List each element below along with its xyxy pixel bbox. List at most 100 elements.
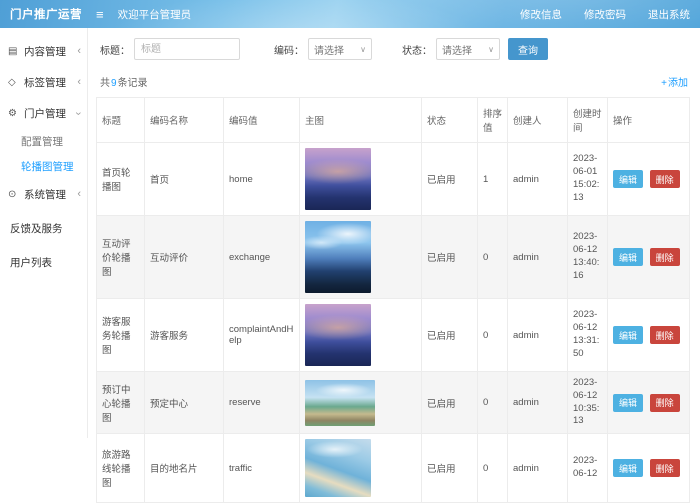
plus-icon: + — [661, 78, 667, 89]
cell-title: 首页轮播图 — [97, 143, 145, 216]
change-password-link[interactable]: 修改密码 — [584, 7, 626, 22]
cell-status: 已启用 — [422, 434, 478, 503]
cell-code-value: traffic — [224, 434, 300, 503]
chevron-down-icon: ∨ — [360, 45, 366, 54]
coast-aerial-photo — [305, 439, 371, 497]
column-header: 编码名称 — [145, 98, 224, 143]
table-row: 首页轮播图 首页 home 已启用 1 admin 2023-06-01 15:… — [97, 143, 690, 216]
hamburger-icon[interactable]: ≡ — [96, 7, 104, 22]
chevron-down-icon: ∨ — [488, 45, 494, 54]
edit-button[interactable]: 编辑 — [613, 170, 643, 188]
sidebar-item-feedback[interactable]: 反馈及服务 — [0, 213, 87, 244]
code-filter-select[interactable]: 请选择 ∨ — [308, 38, 372, 60]
cell-created-time: 2023-06-12 — [568, 434, 608, 503]
chevron-down-icon: ‹ — [74, 112, 85, 116]
title-filter-input[interactable] — [134, 38, 240, 60]
sidebar-subitem-label: 配置管理 — [21, 134, 63, 149]
gear-icon: ⚙ — [8, 108, 21, 119]
sidebar-item-config-mgmt[interactable]: 配置管理 — [0, 129, 87, 154]
record-count-text: 共9条记录 — [100, 74, 148, 89]
table-row: 预订中心轮播图 预定中心 reserve 已启用 0 admin 2023-06… — [97, 372, 690, 434]
sidebar-item-tag-mgmt[interactable]: ◇ 标签管理 ‹ — [0, 67, 87, 98]
edit-button[interactable]: 编辑 — [613, 326, 643, 344]
cell-sort-value: 1 — [478, 143, 508, 216]
sea-rocks-photo — [305, 221, 371, 293]
search-button[interactable]: 查询 — [508, 38, 548, 60]
cell-created-time: 2023-06-01 15:02:13 — [568, 143, 608, 216]
table-row: 游客服务轮播图 游客服务 complaintAndHelp 已启用 0 admi… — [97, 299, 690, 372]
sidebar-subitem-label: 轮播图管理 — [21, 159, 74, 174]
column-header: 编码值 — [224, 98, 300, 143]
sidebar-item-portal-mgmt[interactable]: ⚙ 门户管理 ‹ — [0, 98, 87, 129]
sidebar-item-label: 标签管理 — [24, 75, 66, 90]
system-icon: ⊙ — [8, 189, 21, 200]
edit-button[interactable]: 编辑 — [613, 248, 643, 266]
column-header: 创建时间 — [568, 98, 608, 143]
edit-button[interactable]: 编辑 — [613, 459, 643, 477]
cell-main-image — [300, 143, 422, 216]
cell-code-value: complaintAndHelp — [224, 299, 300, 372]
logout-link[interactable]: 退出系统 — [648, 7, 690, 22]
sidebar-item-label: 用户列表 — [10, 255, 52, 270]
edit-info-link[interactable]: 修改信息 — [520, 7, 562, 22]
cell-actions: 编辑 删除 — [608, 372, 690, 434]
cell-creator: admin — [508, 143, 568, 216]
welcome-text: 欢迎平台管理员 — [118, 7, 192, 22]
chevron-left-icon: ‹ — [77, 46, 81, 57]
chevron-left-icon: ‹ — [77, 189, 81, 200]
table-header-row: 标题编码名称编码值主图状态排序值创建人创建时间操作 — [97, 98, 690, 143]
cell-creator: admin — [508, 434, 568, 503]
cell-sort-value: 0 — [478, 434, 508, 503]
tag-icon: ◇ — [8, 77, 21, 88]
cell-title: 旅游路线轮播图 — [97, 434, 145, 503]
summary-row: 共9条记录 +添加 — [88, 68, 700, 95]
topbar-links: 修改信息 修改密码 退出系统 — [520, 7, 700, 22]
cell-code-value: exchange — [224, 216, 300, 299]
cell-actions: 编辑 删除 — [608, 143, 690, 216]
sidebar-item-label: 门户管理 — [24, 106, 66, 121]
cell-actions: 编辑 删除 — [608, 434, 690, 503]
sidebar-item-user-list[interactable]: 用户列表 — [0, 247, 87, 278]
cell-title: 游客服务轮播图 — [97, 299, 145, 372]
record-count: 9 — [110, 78, 118, 89]
grid-icon: ▤ — [8, 46, 21, 57]
cell-created-time: 2023-06-12 13:40:16 — [568, 216, 608, 299]
cell-main-image — [300, 216, 422, 299]
cell-status: 已启用 — [422, 372, 478, 434]
sunset-pier-photo — [305, 148, 371, 210]
status-filter-select[interactable]: 请选择 ∨ — [436, 38, 500, 60]
app-title: 门户推广运营 — [0, 6, 88, 22]
delete-button[interactable]: 删除 — [650, 326, 680, 344]
cell-created-time: 2023-06-12 13:31:50 — [568, 299, 608, 372]
add-button[interactable]: +添加 — [661, 74, 688, 89]
status-filter-label: 状态： — [402, 42, 432, 57]
cell-created-time: 2023-06-12 10:35:13 — [568, 372, 608, 434]
delete-button[interactable]: 删除 — [650, 394, 680, 412]
cell-creator: admin — [508, 372, 568, 434]
cell-title: 预订中心轮播图 — [97, 372, 145, 434]
chevron-left-icon: ‹ — [77, 77, 81, 88]
cell-creator: admin — [508, 299, 568, 372]
sidebar-item-system-mgmt[interactable]: ⊙ 系统管理 ‹ — [0, 179, 87, 210]
edit-button[interactable]: 编辑 — [613, 394, 643, 412]
sidebar-item-content-mgmt[interactable]: ▤ 内容管理 ‹ — [0, 36, 87, 67]
sidebar-item-label: 系统管理 — [24, 187, 66, 202]
sunset-pier-photo — [305, 304, 371, 366]
column-header: 标题 — [97, 98, 145, 143]
cell-sort-value: 0 — [478, 216, 508, 299]
sidebar: ▤ 内容管理 ‹ ◇ 标签管理 ‹ ⚙ 门户管理 ‹ 配置管理 轮播图管理 ⊙ … — [0, 28, 88, 438]
sidebar-item-carousel-mgmt[interactable]: 轮播图管理 — [0, 154, 87, 179]
status-select-value: 请选择 — [442, 42, 472, 57]
cell-code-value: reserve — [224, 372, 300, 434]
cell-status: 已启用 — [422, 216, 478, 299]
delete-button[interactable]: 删除 — [650, 459, 680, 477]
column-header: 状态 — [422, 98, 478, 143]
column-header: 操作 — [608, 98, 690, 143]
delete-button[interactable]: 删除 — [650, 170, 680, 188]
cell-code-name: 首页 — [145, 143, 224, 216]
cell-creator: admin — [508, 216, 568, 299]
cell-code-name: 互动评价 — [145, 216, 224, 299]
delete-button[interactable]: 删除 — [650, 248, 680, 266]
cell-code-name: 目的地名片 — [145, 434, 224, 503]
title-filter-label: 标题： — [100, 42, 130, 57]
